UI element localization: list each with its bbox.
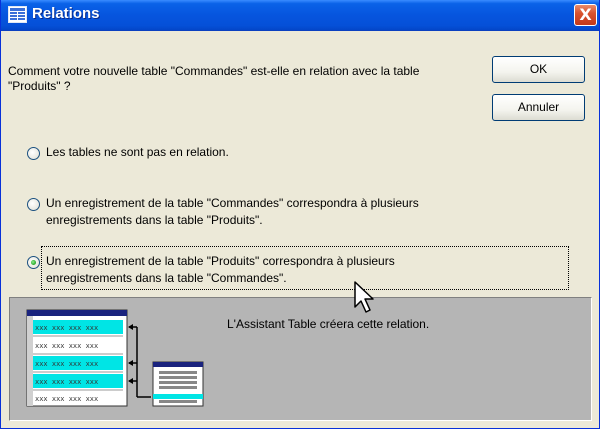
window-title: Relations [32,5,100,22]
preview-caption: L'Assistant Table créera cette relation. [227,317,430,331]
option-commandes-line1: Un enregistrement de la table "Commandes… [46,196,419,210]
option-no-relation[interactable]: Les tables ne sont pas en relation. [27,145,547,165]
mouse-pointer-icon [354,281,374,313]
ok-button[interactable]: OK [492,56,585,83]
option-produits-line2: enregistrements dans la table "Commandes… [46,271,287,285]
relation-diagram: xxx xxx xxx xxx xxx xxx xxx xxx xxx xxx … [26,309,204,407]
produits-table-diagram: xxx xxx xxx xxx xxx xxx xxx xxx xxx xxx … [26,309,128,407]
radio-commandes-to-produits[interactable] [27,198,40,211]
cell-row-2: xxx xxx xxx xxx [35,342,98,350]
title-bar[interactable]: Relations X [1,0,599,31]
commandes-table-diagram [152,361,204,407]
cell-row-3: xxx xxx xxx xxx [35,360,98,368]
option-commandes-to-produits[interactable]: Un enregistrement de la table "Commandes… [27,196,557,232]
close-icon: X [579,5,592,24]
cell-row-4: xxx xxx xxx xxx [35,378,98,386]
table-icon [8,6,27,23]
radio-produits-to-commandes[interactable] [27,256,40,269]
relations-dialog: Relations X Comment votre nouvelle table… [0,0,600,429]
option-commandes-line2: enregistrements dans la table "Produits"… [46,213,263,227]
option-produits-line1: Un enregistrement de la table "Produits"… [46,254,395,268]
close-button[interactable]: X [574,4,597,26]
cell-row-5: xxx xxx xxx xxx [35,395,98,403]
option-no-relation-label: Les tables ne sont pas en relation. [46,145,229,159]
relation-question: Comment votre nouvelle table "Commandes"… [8,64,420,93]
cancel-button[interactable]: Annuler [492,94,585,121]
radio-no-relation[interactable] [27,147,40,160]
option-produits-to-commandes[interactable]: Un enregistrement de la table "Produits"… [27,254,557,290]
cell-row-1: xxx xxx xxx xxx [35,324,98,332]
